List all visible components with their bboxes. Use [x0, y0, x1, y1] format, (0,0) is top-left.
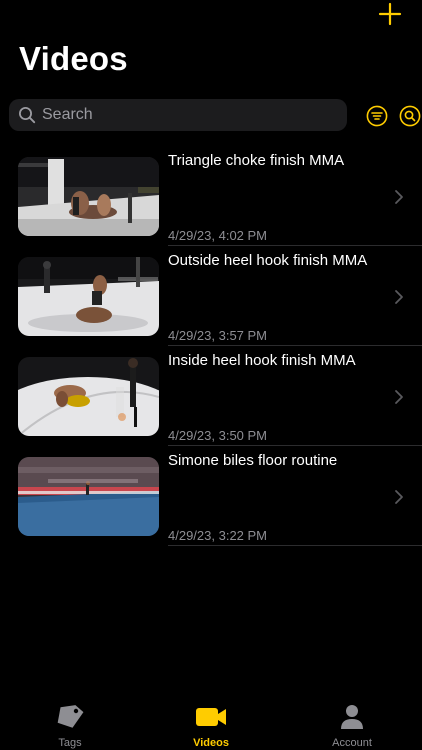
- add-video-button[interactable]: [378, 2, 402, 26]
- tag-icon: [57, 705, 84, 728]
- video-thumbnail[interactable]: [18, 257, 159, 336]
- tab-bar: Tags Videos Account: [0, 696, 422, 750]
- video-title: Inside heel hook finish MMA: [168, 352, 356, 369]
- video-title: Triangle choke finish MMA: [168, 152, 345, 169]
- tab-label: Videos: [193, 737, 229, 749]
- plus-icon: [378, 2, 402, 26]
- filter-icon: [366, 105, 388, 127]
- video-row[interactable]: Simone biles floor routine 4/29/23, 3:22…: [0, 446, 422, 546]
- video-thumbnail[interactable]: [18, 457, 159, 536]
- find-button[interactable]: [399, 105, 421, 127]
- search-input[interactable]: [42, 106, 322, 124]
- filter-button[interactable]: [366, 105, 388, 127]
- tab-account[interactable]: Account: [302, 696, 402, 749]
- video-thumbnail[interactable]: [18, 357, 159, 436]
- search-icon: [18, 106, 36, 124]
- video-list: Triangle choke finish MMA 4/29/23, 4:02 …: [0, 146, 422, 546]
- tab-tags[interactable]: Tags: [20, 696, 120, 749]
- video-row[interactable]: Outside heel hook finish MMA 4/29/23, 3:…: [0, 246, 422, 346]
- tab-videos[interactable]: Videos: [161, 696, 261, 749]
- chevron-right-icon: [395, 390, 403, 404]
- tab-label: Tags: [58, 737, 82, 749]
- video-title: Simone biles floor routine: [168, 452, 338, 469]
- chevron-right-icon: [395, 290, 403, 304]
- person-icon: [341, 705, 363, 729]
- search-bar[interactable]: [9, 99, 347, 131]
- video-thumbnail[interactable]: [18, 157, 159, 236]
- tab-label: Account: [332, 737, 372, 749]
- video-date: 4/29/23, 4:02 PM: [168, 228, 268, 243]
- video-camera-icon: [196, 708, 226, 726]
- video-date: 4/29/23, 3:22 PM: [168, 528, 268, 543]
- chevron-right-icon: [395, 190, 403, 204]
- video-row[interactable]: Inside heel hook finish MMA 4/29/23, 3:5…: [0, 346, 422, 446]
- chevron-right-icon: [395, 490, 403, 504]
- video-date: 4/29/23, 3:57 PM: [168, 328, 268, 343]
- video-row[interactable]: Triangle choke finish MMA 4/29/23, 4:02 …: [0, 146, 422, 246]
- search-circle-icon: [399, 105, 421, 127]
- video-date: 4/29/23, 3:50 PM: [168, 428, 268, 443]
- page-title: Videos: [19, 40, 128, 77]
- row-divider: [168, 545, 422, 546]
- video-title: Outside heel hook finish MMA: [168, 252, 368, 269]
